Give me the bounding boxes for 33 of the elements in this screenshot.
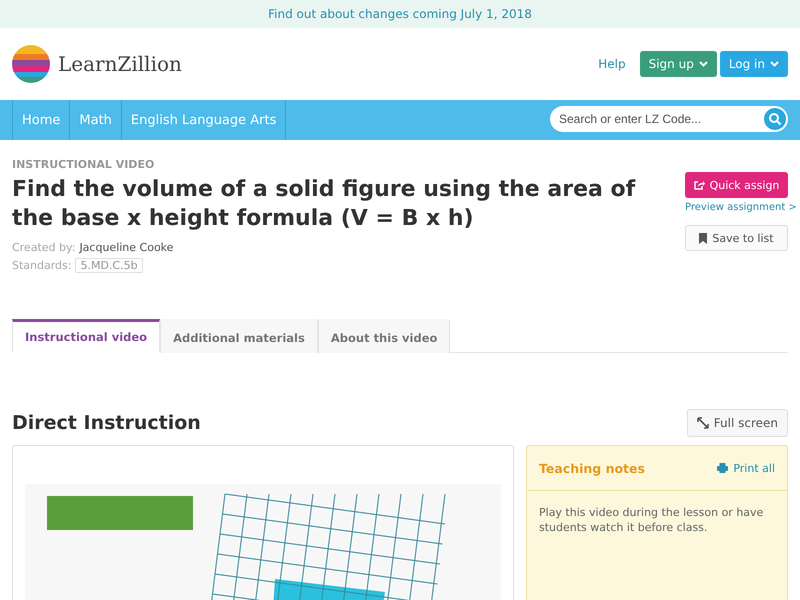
help-link[interactable]: Help [598, 57, 626, 71]
tab[interactable]: Additional materials [160, 319, 318, 353]
print-all-link[interactable]: Print all [717, 462, 775, 474]
nav-link[interactable]: English Language Arts [120, 100, 286, 140]
save-to-list-button[interactable]: Save to list [685, 225, 788, 251]
sign-up-button[interactable]: Sign up [640, 51, 717, 77]
section-title: Direct Instruction [12, 412, 202, 434]
created-by-label: Created by: [12, 241, 76, 254]
standard-tag[interactable]: 5.MD.C.5b [75, 258, 143, 273]
bookmark-icon [699, 232, 708, 244]
teaching-notes-text: Play this video during the lesson or have students watch it before class. [538, 505, 764, 536]
full-screen-button[interactable]: Full screen [686, 409, 788, 437]
log-in-button[interactable]: Log in [720, 51, 788, 77]
search-icon[interactable] [764, 108, 786, 130]
logo-text[interactable]: LearnZillion [58, 52, 182, 76]
share-icon [694, 180, 705, 190]
standards-label: Standards: [12, 259, 72, 272]
nav-link[interactable]: Home [12, 100, 70, 140]
tab[interactable]: Instructional video [12, 319, 160, 353]
search-field[interactable]: Search or enter LZ Code... [550, 106, 788, 132]
quick-assign-button[interactable]: Quick assign [685, 172, 788, 198]
announcement-link[interactable]: Find out about changes coming July 1, 2018 [268, 7, 532, 21]
teaching-notes-title: Teaching notes [539, 460, 646, 476]
tab[interactable]: About this video [318, 319, 450, 353]
content-type-label: INSTRUCTIONAL VIDEO [12, 158, 156, 171]
chevron-down-icon [770, 61, 779, 67]
nav-link[interactable]: Math [69, 100, 121, 140]
author-name: Jacqueline Cooke [79, 241, 174, 254]
chevron-down-icon [698, 61, 708, 67]
logo-icon[interactable] [12, 45, 50, 83]
expand-icon [696, 417, 709, 429]
lesson-title: Find the volume of a solid figure using the area of the base x height formula (V = B x h) [12, 176, 636, 233]
preview-assignment-link[interactable]: Preview assignment > [685, 202, 797, 213]
